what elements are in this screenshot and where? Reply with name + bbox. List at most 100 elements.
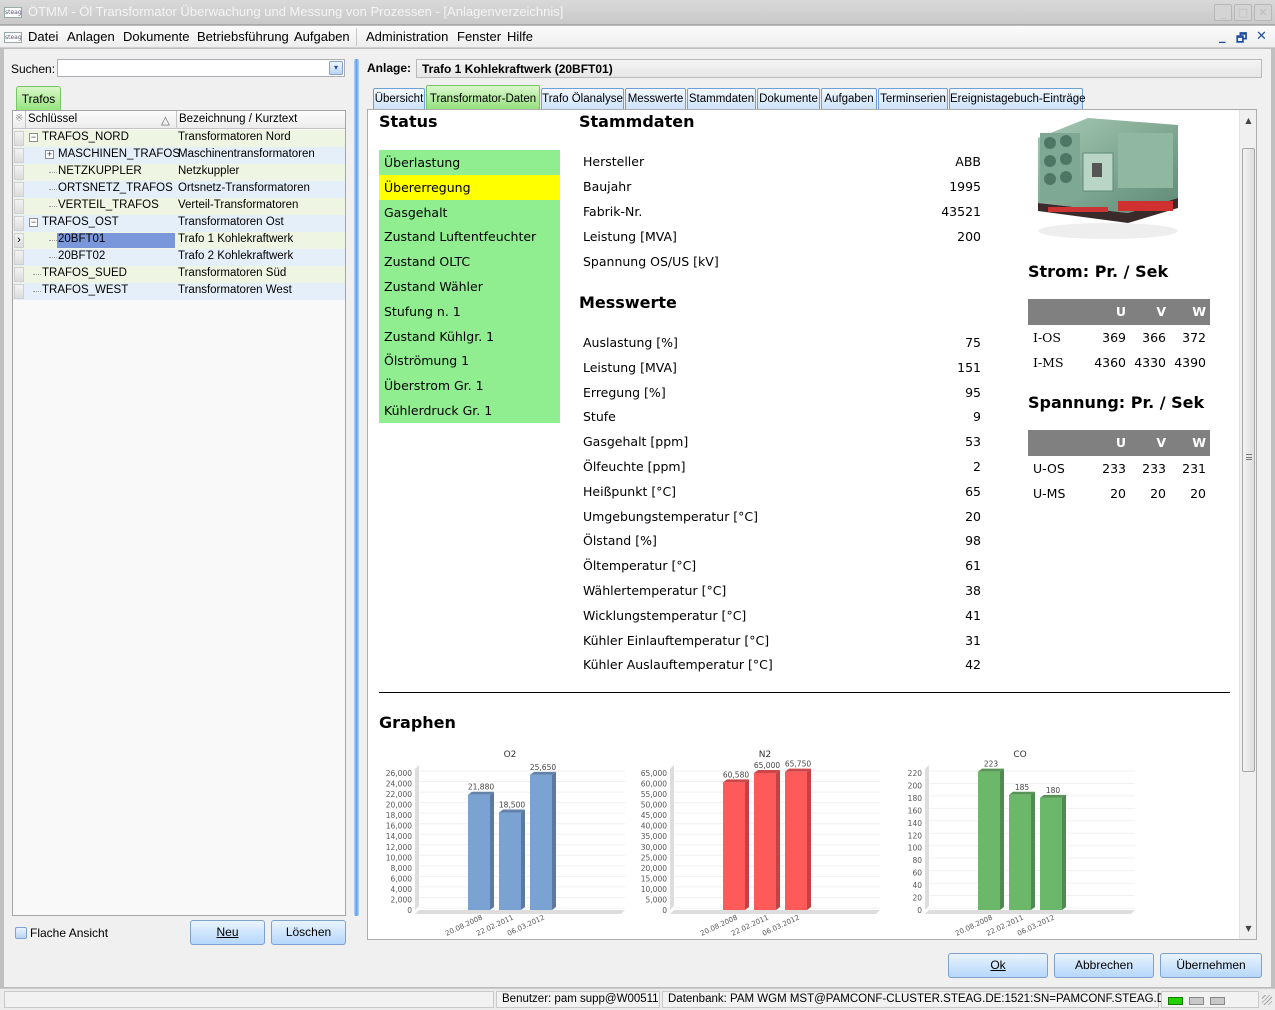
- tree-row[interactable]: TRAFOS_SUED Transformatoren Süd: [13, 266, 345, 283]
- menu-anlagen[interactable]: Anlagen: [67, 29, 115, 44]
- row-key[interactable]: TRAFOS_OST: [42, 216, 119, 228]
- panel-splitter[interactable]: [354, 59, 359, 916]
- delete-button[interactable]: Löschen: [271, 920, 346, 945]
- tree-row[interactable]: NETZKUPPLER Netzkuppler: [13, 164, 345, 181]
- row-selector[interactable]: [14, 267, 24, 282]
- tree-row[interactable]: − TRAFOS_NORD Transformatoren Nord: [13, 130, 345, 147]
- y-tick-label: 5,000: [646, 895, 668, 904]
- chart-title: N2: [759, 750, 771, 760]
- row-selector[interactable]: [14, 148, 24, 163]
- menu-aufgaben[interactable]: Aufgaben: [294, 29, 350, 44]
- y-tick-label: 22,000: [386, 790, 412, 799]
- tab-aufgaben[interactable]: Aufgaben: [821, 88, 877, 109]
- row-selector[interactable]: [14, 131, 24, 146]
- tab-stammdaten[interactable]: Stammdaten: [687, 88, 756, 109]
- row-key[interactable]: TRAFOS_NORD: [42, 131, 129, 143]
- close-button[interactable]: ✕: [1254, 4, 1272, 21]
- search-input[interactable]: ▾: [57, 59, 345, 77]
- tab-messwerte[interactable]: Messwerte: [625, 88, 686, 109]
- menu-hilfe[interactable]: Hilfe: [507, 29, 533, 44]
- connection-indicator-icon: [1168, 997, 1183, 1005]
- y-tick-label: 18,000: [386, 811, 412, 820]
- tab-trafos[interactable]: Trafos: [16, 86, 61, 110]
- row-selector[interactable]: [14, 284, 24, 299]
- mdi-restore-button[interactable]: 🗗: [1236, 29, 1247, 50]
- row-key[interactable]: 20BFT01: [57, 233, 175, 248]
- tree-row[interactable]: TRAFOS_WEST Transformatoren West: [13, 283, 345, 300]
- resize-grip-icon[interactable]: [1262, 995, 1272, 1005]
- tree-row[interactable]: › 20BFT01 Trafo 1 Kohlekraftwerk: [13, 232, 345, 249]
- menu-dokumente[interactable]: Dokumente: [123, 29, 189, 44]
- row-label: U-OS: [1033, 461, 1065, 476]
- value-u: 369: [1102, 330, 1126, 345]
- column-header-description[interactable]: Bezeichnung / Kurztext: [179, 113, 297, 125]
- chevron-down-icon[interactable]: ▾: [329, 61, 343, 75]
- expand-icon[interactable]: +: [45, 150, 54, 159]
- tab-terminserien[interactable]: Terminserien: [878, 88, 948, 109]
- row-key[interactable]: VERTEIL_TRAFOS: [58, 199, 159, 211]
- tree-row[interactable]: 20BFT02 Trafo 2 Kohlekraftwerk: [13, 249, 345, 266]
- tree-row[interactable]: + MASCHINEN_TRAFOS Maschinentransformatore…: [13, 147, 345, 164]
- minimize-button[interactable]: _: [1214, 4, 1232, 21]
- tree-row[interactable]: VERTEIL_TRAFOS Verteil-Transformatoren: [13, 198, 345, 215]
- row-key[interactable]: TRAFOS_WEST: [42, 284, 128, 296]
- apply-button[interactable]: Übernehmen: [1160, 953, 1262, 978]
- cancel-button[interactable]: Abbrechen: [1054, 953, 1154, 978]
- row-key[interactable]: NETZKUPPLER: [58, 165, 142, 177]
- row-key[interactable]: ORTSNETZ_TRAFOS: [58, 182, 173, 194]
- menu-datei[interactable]: Datei: [28, 29, 58, 44]
- tab-ereignistagebuch-einträge[interactable]: Ereignistagebuch-Einträge: [949, 88, 1086, 109]
- row-key[interactable]: 20BFT02: [58, 250, 105, 262]
- mdi-close-button[interactable]: ✕: [1256, 29, 1267, 44]
- kv-label: Leistung [MVA]: [583, 359, 677, 375]
- row-selector[interactable]: [14, 250, 24, 265]
- row-selector[interactable]: [14, 182, 24, 197]
- bar: [499, 812, 521, 910]
- scroll-up-icon[interactable]: ▲: [1240, 112, 1256, 129]
- scroll-down-icon[interactable]: ▼: [1240, 920, 1256, 937]
- menu-fenster[interactable]: Fenster: [457, 29, 501, 44]
- tab-trafo-ölanalyse[interactable]: Trafo Ölanalyse: [541, 88, 624, 109]
- menu-administration[interactable]: Administration: [366, 29, 448, 44]
- kv-row: Öltemperatur [°C] 61: [583, 556, 981, 576]
- tree-header: ※ Schlüssel △ Bezeichnung / Kurztext: [13, 111, 345, 129]
- scrollbar-thumb[interactable]: [1242, 148, 1255, 772]
- row-selector[interactable]: [14, 165, 24, 180]
- kv-value: 200: [957, 229, 981, 244]
- row-selector[interactable]: [14, 216, 24, 231]
- flat-view-checkbox[interactable]: [15, 927, 27, 939]
- kv-label: Heißpunkt [°C]: [583, 483, 677, 499]
- y-tick-label: 20,000: [641, 864, 667, 873]
- tree-row[interactable]: ORTSNETZ_TRAFOS Ortsnetz-Transformatoren: [13, 181, 345, 198]
- vertical-scrollbar[interactable]: ▲ ▼: [1239, 110, 1256, 939]
- row-description: Ortsnetz-Transformatoren: [178, 182, 310, 194]
- chart-floor: [670, 910, 880, 914]
- new-button[interactable]: Neu: [190, 920, 265, 945]
- header-options-icon[interactable]: ※: [15, 113, 23, 124]
- row-selector[interactable]: ›: [14, 233, 24, 248]
- row-key[interactable]: TRAFOS_SUED: [42, 267, 127, 279]
- maximize-button[interactable]: □: [1234, 4, 1252, 21]
- tab-übersicht[interactable]: Übersicht: [373, 88, 425, 109]
- collapse-icon[interactable]: −: [29, 133, 38, 142]
- ok-button[interactable]: Ok: [948, 953, 1048, 978]
- menu-betriebsfuehrung[interactable]: Betriebsführung: [197, 29, 289, 44]
- tree-row[interactable]: − TRAFOS_OST Transformatoren Ost: [13, 215, 345, 232]
- column-header-key[interactable]: Schlüssel: [28, 113, 77, 125]
- bar-value-label: 65,000: [754, 761, 780, 770]
- tree-connector: [49, 189, 57, 190]
- row-key[interactable]: MASCHINEN_TRAFOS: [58, 148, 180, 160]
- y-tick-label: 80: [912, 856, 922, 865]
- y-tick-label: 2,000: [391, 895, 413, 904]
- sort-ascending-icon: △: [161, 115, 170, 127]
- anlage-field: Trafo 1 Kohlekraftwerk (20BFT01): [416, 59, 1262, 78]
- y-tick-label: 20,000: [386, 801, 412, 810]
- tab-transformator-daten[interactable]: Transformator-Daten: [426, 85, 540, 110]
- tab-dokumente[interactable]: Dokumente: [757, 88, 820, 109]
- row-selector[interactable]: [14, 199, 24, 214]
- mdi-minimize-button[interactable]: _: [1219, 29, 1226, 44]
- bar-side: [1062, 794, 1066, 910]
- status-item: Stufung n. 1: [379, 298, 560, 324]
- search-label: Suchen:: [11, 62, 56, 76]
- collapse-icon[interactable]: −: [29, 218, 38, 227]
